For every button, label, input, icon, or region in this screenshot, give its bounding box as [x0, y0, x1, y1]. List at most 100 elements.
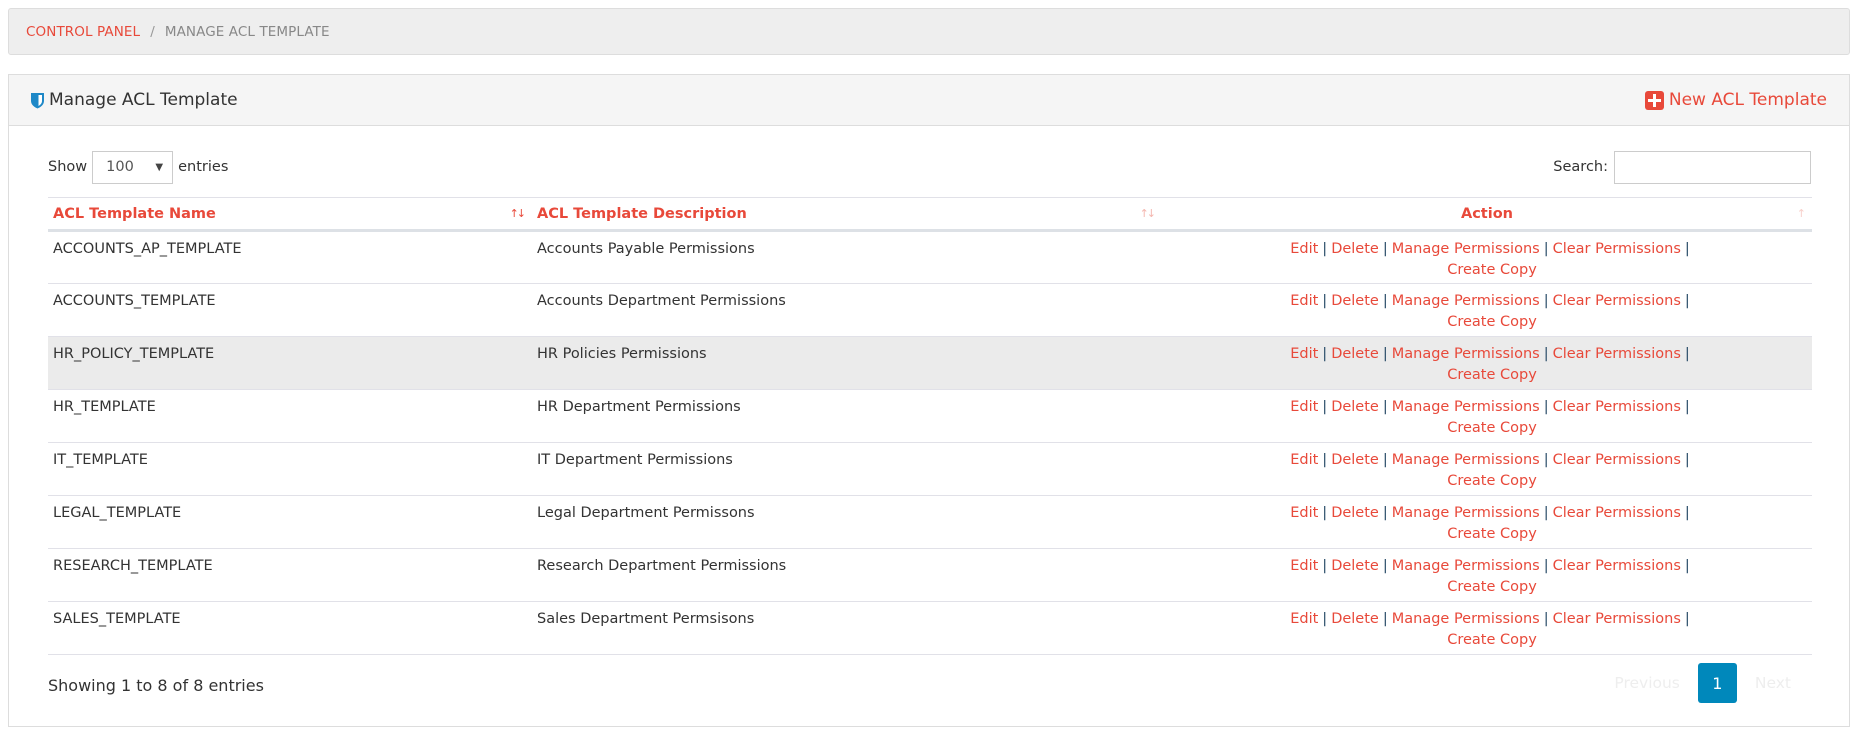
- template-name-cell: RESEARCH_TEMPLATE: [48, 548, 532, 602]
- template-name-cell: LEGAL_TEMPLATE: [48, 495, 532, 549]
- action-separator: |: [1322, 452, 1328, 468]
- table-row: LEGAL_TEMPLATE Legal Department Permisson…: [48, 495, 1812, 549]
- clear-permissions-link[interactable]: Clear Permissions: [1553, 346, 1681, 362]
- action-separator: |: [1684, 241, 1690, 257]
- manage-permissions-link[interactable]: Manage Permissions: [1392, 241, 1540, 257]
- action-separator: |: [1382, 293, 1388, 309]
- clear-permissions-link[interactable]: Clear Permissions: [1553, 452, 1681, 468]
- manage-permissions-link[interactable]: Manage Permissions: [1392, 346, 1540, 362]
- clear-permissions-link[interactable]: Clear Permissions: [1553, 293, 1681, 309]
- manage-permissions-link[interactable]: Manage Permissions: [1392, 399, 1540, 415]
- pagination: Previous 1 Next: [1596, 663, 1809, 703]
- create-copy-link[interactable]: Create Copy: [1447, 579, 1537, 595]
- template-name-cell: ACCOUNTS_TEMPLATE: [48, 283, 532, 337]
- actions-cell: Edit | Delete | Manage Permissions | Clear Per…: [1162, 389, 1812, 443]
- table-body: ACCOUNTS_AP_TEMPLATE Accounts Payable Per…: [48, 230, 1812, 655]
- entries-label: entries: [178, 159, 229, 175]
- action-separator: |: [1543, 346, 1549, 362]
- column-header-action[interactable]: Action ↑: [1162, 197, 1812, 232]
- create-copy-link[interactable]: Create Copy: [1447, 262, 1537, 278]
- table-row: RESEARCH_TEMPLATE Research Department Per…: [48, 548, 1812, 602]
- column-header-name[interactable]: ACL Template Name ↑↓: [48, 197, 532, 232]
- actions-cell: Edit | Delete | Manage Permissions | Clear Per…: [1162, 548, 1812, 602]
- template-description-cell: Legal Department Permissons: [532, 495, 1162, 549]
- action-separator: |: [1322, 293, 1328, 309]
- sort-both-icon: ↑↓: [1139, 207, 1157, 220]
- clear-permissions-link[interactable]: Clear Permissions: [1553, 558, 1681, 574]
- action-separator: |: [1543, 611, 1549, 627]
- table-row: ACCOUNTS_AP_TEMPLATE Accounts Payable Per…: [48, 230, 1812, 284]
- create-copy-link[interactable]: Create Copy: [1447, 367, 1537, 383]
- search-input[interactable]: [1614, 150, 1811, 184]
- action-separator: |: [1684, 293, 1690, 309]
- show-label: Show: [48, 159, 88, 175]
- clear-permissions-link[interactable]: Clear Permissions: [1553, 611, 1681, 627]
- table-row: IT_TEMPLATE IT Department Permissions Edit…: [48, 442, 1812, 496]
- action-separator: |: [1382, 505, 1388, 521]
- column-header-action-label: Action: [1460, 205, 1513, 222]
- create-copy-link[interactable]: Create Copy: [1447, 632, 1537, 648]
- action-separator: |: [1684, 399, 1690, 415]
- manage-permissions-link[interactable]: Manage Permissions: [1392, 293, 1540, 309]
- delete-link[interactable]: Delete: [1331, 241, 1379, 257]
- create-copy-link[interactable]: Create Copy: [1447, 314, 1537, 330]
- create-copy-link[interactable]: Create Copy: [1447, 420, 1537, 436]
- breadcrumb-current: MANAGE ACL TEMPLATE: [164, 23, 330, 40]
- action-separator: |: [1322, 346, 1328, 362]
- column-header-description[interactable]: ACL Template Description ↑↓: [532, 197, 1162, 232]
- action-separator: |: [1684, 611, 1690, 627]
- search-label: Search:: [1553, 159, 1608, 175]
- table-row: HR_POLICY_TEMPLATE HR Policies Permission…: [48, 336, 1812, 390]
- delete-link[interactable]: Delete: [1331, 346, 1379, 362]
- manage-permissions-link[interactable]: Manage Permissions: [1392, 611, 1540, 627]
- pagination-next[interactable]: Next: [1737, 674, 1809, 692]
- page-length-value: 100: [106, 159, 134, 175]
- actions-cell: Edit | Delete | Manage Permissions | Clear Per…: [1162, 601, 1812, 655]
- search-control: Search:: [1553, 150, 1811, 184]
- delete-link[interactable]: Delete: [1331, 399, 1379, 415]
- manage-permissions-link[interactable]: Manage Permissions: [1392, 558, 1540, 574]
- create-copy-link[interactable]: Create Copy: [1447, 473, 1537, 489]
- table-row: ACCOUNTS_TEMPLATE Accounts Department Per…: [48, 283, 1812, 337]
- clear-permissions-link[interactable]: Clear Permissions: [1553, 241, 1681, 257]
- table-info: Showing 1 to 8 of 8 entries: [48, 676, 264, 695]
- template-description-cell: Accounts Payable Permissions: [532, 230, 1162, 284]
- delete-link[interactable]: Delete: [1331, 452, 1379, 468]
- pagination-page-1[interactable]: 1: [1697, 663, 1737, 703]
- edit-link[interactable]: Edit: [1290, 293, 1318, 309]
- edit-link[interactable]: Edit: [1290, 558, 1318, 574]
- template-name-cell: HR_TEMPLATE: [48, 389, 532, 443]
- chevron-down-icon: ▼: [155, 161, 164, 173]
- action-separator: |: [1543, 241, 1549, 257]
- delete-link[interactable]: Delete: [1331, 558, 1379, 574]
- delete-link[interactable]: Delete: [1331, 505, 1379, 521]
- create-copy-link[interactable]: Create Copy: [1447, 526, 1537, 542]
- edit-link[interactable]: Edit: [1290, 452, 1318, 468]
- pagination-previous[interactable]: Previous: [1596, 674, 1698, 692]
- page-title-text: Manage ACL Template: [49, 90, 238, 110]
- clear-permissions-link[interactable]: Clear Permissions: [1553, 505, 1681, 521]
- table-row: SALES_TEMPLATE Sales Department Permsison…: [48, 601, 1812, 655]
- edit-link[interactable]: Edit: [1290, 505, 1318, 521]
- acl-template-table: ACL Template Name ↑↓ ACL Template Descri…: [48, 197, 1812, 655]
- action-separator: |: [1684, 452, 1690, 468]
- table-header-row: ACL Template Name ↑↓ ACL Template Descri…: [48, 197, 1812, 232]
- new-acl-template-button[interactable]: New ACL Template: [1644, 90, 1827, 110]
- manage-permissions-link[interactable]: Manage Permissions: [1392, 452, 1540, 468]
- plus-square-icon: [1644, 90, 1664, 110]
- new-acl-template-label: New ACL Template: [1668, 90, 1827, 110]
- page-length-select[interactable]: 100 ▼: [92, 150, 174, 184]
- edit-link[interactable]: Edit: [1290, 241, 1318, 257]
- edit-link[interactable]: Edit: [1290, 611, 1318, 627]
- action-separator: |: [1543, 399, 1549, 415]
- delete-link[interactable]: Delete: [1331, 611, 1379, 627]
- manage-permissions-link[interactable]: Manage Permissions: [1392, 505, 1540, 521]
- delete-link[interactable]: Delete: [1331, 293, 1379, 309]
- shield-icon: [31, 92, 44, 108]
- action-separator: |: [1543, 505, 1549, 521]
- template-description-cell: HR Policies Permissions: [532, 336, 1162, 390]
- breadcrumb-control-panel[interactable]: CONTROL PANEL: [26, 24, 140, 40]
- edit-link[interactable]: Edit: [1290, 399, 1318, 415]
- edit-link[interactable]: Edit: [1290, 346, 1318, 362]
- clear-permissions-link[interactable]: Clear Permissions: [1553, 399, 1681, 415]
